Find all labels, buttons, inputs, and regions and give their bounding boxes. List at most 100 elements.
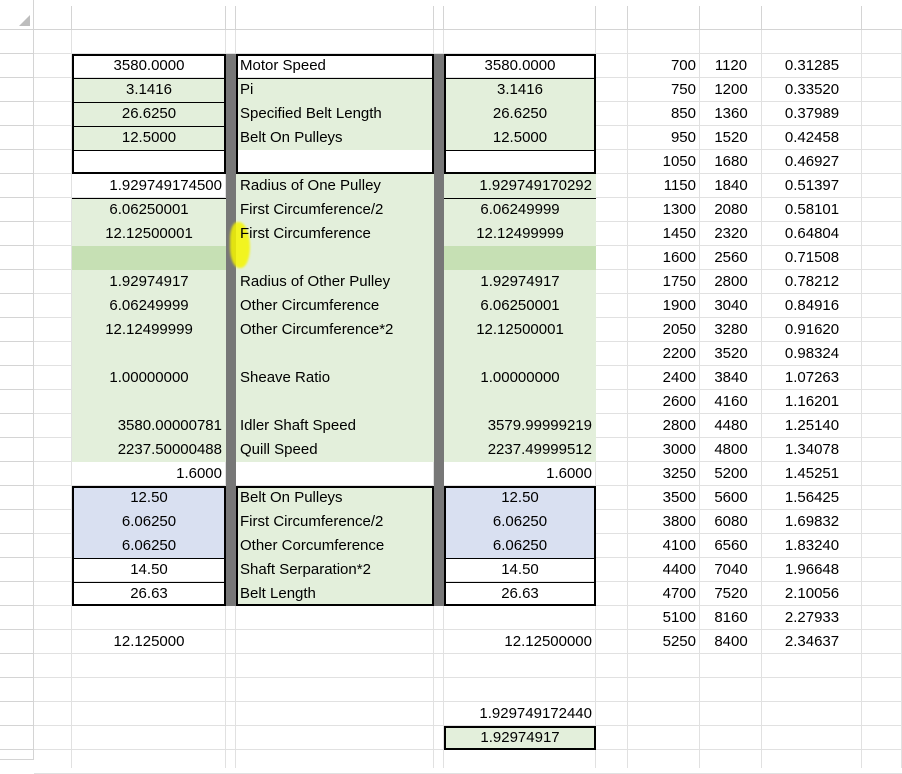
- cell-j19[interactable]: 1.45251: [762, 462, 862, 486]
- cell-b8[interactable]: 6.06250001: [72, 198, 226, 222]
- cell-i12[interactable]: 3040: [700, 294, 762, 318]
- cell-j22[interactable]: 1.83240: [762, 534, 862, 558]
- row-header-28[interactable]: [0, 678, 34, 702]
- cell-b11[interactable]: 1.92974917: [72, 270, 226, 294]
- cell-f4[interactable]: 26.6250: [444, 102, 596, 126]
- cell-i15[interactable]: 3840: [700, 366, 762, 390]
- cell-f17[interactable]: 3579.99999219: [444, 414, 596, 438]
- cell-j4[interactable]: 0.37989: [762, 102, 862, 126]
- cell-j6[interactable]: 0.46927: [762, 150, 862, 174]
- cell-h15[interactable]: 2400: [628, 366, 700, 390]
- cell-i5[interactable]: 1520: [700, 126, 762, 150]
- cell-b9[interactable]: 12.12500001: [72, 222, 226, 246]
- row-header-2[interactable]: [0, 54, 34, 78]
- cell-f29[interactable]: 1.929749172440: [444, 702, 596, 726]
- cell-h22[interactable]: 4100: [628, 534, 700, 558]
- row-header-30[interactable]: [0, 726, 34, 750]
- row-header-11[interactable]: [0, 270, 34, 294]
- cell-b24[interactable]: 26.63: [72, 582, 226, 606]
- cell-f5[interactable]: 12.5000: [444, 126, 596, 150]
- column-header-b[interactable]: [72, 6, 226, 30]
- cell-f23[interactable]: 14.50: [444, 558, 596, 582]
- cell-d20[interactable]: Belt On Pulleys: [236, 486, 434, 510]
- row-header-19[interactable]: [0, 462, 34, 486]
- cell-d4[interactable]: Specified Belt Length: [236, 102, 434, 126]
- cell-i23[interactable]: 7040: [700, 558, 762, 582]
- column-header-i[interactable]: [700, 6, 762, 30]
- cell-f20[interactable]: 12.50: [444, 486, 596, 510]
- cell-b18[interactable]: 2237.50000488: [72, 438, 226, 462]
- cell-i2[interactable]: 1120: [700, 54, 762, 78]
- cell-i14[interactable]: 3520: [700, 342, 762, 366]
- column-header-j[interactable]: [762, 6, 862, 30]
- cell-b12[interactable]: 6.06249999: [72, 294, 226, 318]
- cell-j20[interactable]: 1.56425: [762, 486, 862, 510]
- row-header-21[interactable]: [0, 510, 34, 534]
- cell-j13[interactable]: 0.91620: [762, 318, 862, 342]
- cell-j7[interactable]: 0.51397: [762, 174, 862, 198]
- cell-h10[interactable]: 1600: [628, 246, 700, 270]
- cell-i6[interactable]: 1680: [700, 150, 762, 174]
- row-header-8[interactable]: [0, 198, 34, 222]
- row-header-22[interactable]: [0, 534, 34, 558]
- cell-h3[interactable]: 750: [628, 78, 700, 102]
- cell-b5[interactable]: 12.5000: [72, 126, 226, 150]
- cell-b7[interactable]: 1.929749174500: [72, 174, 226, 198]
- row-header-14[interactable]: [0, 342, 34, 366]
- row-header-5[interactable]: [0, 126, 34, 150]
- cell-f9[interactable]: 12.12499999: [444, 222, 596, 246]
- cell-d22[interactable]: Other Corcumference: [236, 534, 434, 558]
- cell-h18[interactable]: 3000: [628, 438, 700, 462]
- row-header-18[interactable]: [0, 438, 34, 462]
- cell-f21[interactable]: 6.06250: [444, 510, 596, 534]
- cell-h11[interactable]: 1750: [628, 270, 700, 294]
- row-header-1[interactable]: [0, 30, 34, 54]
- cell-d9[interactable]: First Circumference: [236, 222, 434, 246]
- cell-f30[interactable]: 1.92974917: [444, 726, 596, 750]
- cell-j8[interactable]: 0.58101: [762, 198, 862, 222]
- column-header-e[interactable]: [434, 6, 444, 30]
- cell-f11[interactable]: 1.92974917: [444, 270, 596, 294]
- cell-j12[interactable]: 0.84916: [762, 294, 862, 318]
- cell-h2[interactable]: 700: [628, 54, 700, 78]
- cell-i20[interactable]: 5600: [700, 486, 762, 510]
- cell-i9[interactable]: 2320: [700, 222, 762, 246]
- cell-d3[interactable]: Pi: [236, 78, 434, 102]
- column-header-d[interactable]: [236, 6, 434, 30]
- cell-i7[interactable]: 1840: [700, 174, 762, 198]
- cell-d7[interactable]: Radius of One Pulley: [236, 174, 434, 198]
- cell-d2[interactable]: Motor Speed: [236, 54, 434, 78]
- cell-i19[interactable]: 5200: [700, 462, 762, 486]
- cell-b22[interactable]: 6.06250: [72, 534, 226, 558]
- cell-i8[interactable]: 2080: [700, 198, 762, 222]
- cell-b15[interactable]: 1.00000000: [72, 366, 226, 390]
- cell-j11[interactable]: 0.78212: [762, 270, 862, 294]
- row-header-15[interactable]: [0, 366, 34, 390]
- cell-d23[interactable]: Shaft Serparation*2: [236, 558, 434, 582]
- cell-j17[interactable]: 1.25140: [762, 414, 862, 438]
- cell-f15[interactable]: 1.00000000: [444, 366, 596, 390]
- cell-b26[interactable]: 12.125000: [72, 630, 226, 654]
- row-header-23[interactable]: [0, 558, 34, 582]
- cell-b2[interactable]: 3580.0000: [72, 54, 226, 78]
- cell-b17[interactable]: 3580.00000781: [72, 414, 226, 438]
- cell-h26[interactable]: 5250: [628, 630, 700, 654]
- cell-j5[interactable]: 0.42458: [762, 126, 862, 150]
- cell-f18[interactable]: 2237.49999512: [444, 438, 596, 462]
- row-header-20[interactable]: [0, 486, 34, 510]
- cell-f12[interactable]: 6.06250001: [444, 294, 596, 318]
- select-all-corner[interactable]: [0, 0, 34, 30]
- row-header-29[interactable]: [0, 702, 34, 726]
- cell-i21[interactable]: 6080: [700, 510, 762, 534]
- row-header-12[interactable]: [0, 294, 34, 318]
- cell-d24[interactable]: Belt Length: [236, 582, 434, 606]
- row-header-9[interactable]: [0, 222, 34, 246]
- cell-j10[interactable]: 0.71508: [762, 246, 862, 270]
- cell-j3[interactable]: 0.33520: [762, 78, 862, 102]
- cell-i13[interactable]: 3280: [700, 318, 762, 342]
- row-header-6[interactable]: [0, 150, 34, 174]
- cell-d12[interactable]: Other Circumference: [236, 294, 434, 318]
- cell-j25[interactable]: 2.27933: [762, 606, 862, 630]
- cell-j9[interactable]: 0.64804: [762, 222, 862, 246]
- cell-h6[interactable]: 1050: [628, 150, 700, 174]
